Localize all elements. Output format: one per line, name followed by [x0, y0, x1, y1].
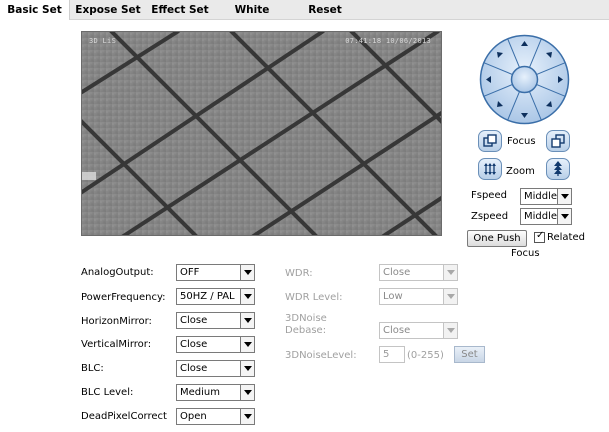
fspeed-label: Fspeed — [471, 190, 507, 201]
chevron-down-icon — [557, 189, 571, 204]
ptz-up-right-button[interactable] — [540, 46, 558, 64]
zoom-in-button[interactable] — [546, 158, 570, 180]
noise-debase-label-line1: 3DNoise — [285, 313, 327, 324]
vertical-mirror-label: VerticalMirror: — [81, 339, 152, 350]
wdr-level-value: Low — [383, 291, 403, 302]
dead-pixel-correct-select[interactable]: Open — [176, 408, 255, 425]
zspeed-value: Middle — [524, 211, 558, 222]
zoom-out-button[interactable] — [478, 158, 502, 180]
blc-level-value: Medium — [180, 387, 220, 398]
focus-label: Focus — [507, 136, 536, 147]
dead-pixel-correct-label: DeadPixelCorrect — [81, 411, 167, 422]
blc-level-label: BLC Level: — [81, 387, 134, 398]
focus-near-button[interactable] — [478, 130, 502, 152]
power-frequency-label: PowerFrequency: — [81, 292, 166, 303]
chevron-down-icon — [443, 323, 457, 338]
focus-caption: Focus — [511, 248, 540, 259]
zoom-out-icon — [484, 163, 496, 175]
fspeed-value: Middle — [524, 191, 558, 202]
ptz-down-left-button[interactable] — [491, 95, 509, 113]
zspeed-select[interactable]: Middle — [520, 208, 572, 225]
noise-level-range: (0-255) — [407, 350, 444, 361]
blc-label: BLC: — [81, 363, 104, 374]
chevron-down-icon — [557, 209, 571, 224]
chevron-down-icon — [443, 289, 457, 304]
analog-output-label: AnalogOutput: — [81, 267, 154, 278]
blc-level-select[interactable]: Medium — [176, 384, 255, 401]
related-checkbox[interactable] — [534, 230, 545, 243]
tab-bar: Basic Set Expose Set Effect Set White Re… — [0, 0, 609, 20]
noise-level-input[interactable]: 5 — [379, 346, 405, 363]
chevron-down-icon — [240, 289, 254, 304]
analog-output-value: OFF — [180, 267, 200, 278]
focus-far-icon — [551, 134, 565, 148]
ptz-right-button[interactable] — [550, 70, 568, 88]
video-preview[interactable]: 3D LiS 07:41:18 10/06/2013 — [81, 31, 442, 236]
ptz-up-button[interactable] — [515, 36, 533, 54]
zspeed-label: Zspeed — [471, 211, 509, 222]
noise-level-label: 3DNoiseLevel: — [285, 350, 357, 361]
chevron-down-icon — [240, 337, 254, 352]
zoom-in-icon — [554, 161, 562, 176]
focus-near-icon — [483, 134, 497, 147]
analog-output-select[interactable]: OFF — [176, 264, 255, 281]
one-push-button[interactable]: One Push — [467, 230, 527, 247]
ptz-control — [479, 34, 570, 125]
fspeed-select[interactable]: Middle — [520, 188, 572, 205]
vertical-mirror-value: Close — [180, 339, 208, 350]
power-frequency-value: 50HZ / PAL — [180, 291, 235, 302]
horizon-mirror-select[interactable]: Close — [176, 312, 255, 329]
ptz-home-button[interactable] — [515, 70, 533, 88]
tab-basic-set[interactable]: Basic Set — [0, 0, 70, 20]
horizon-mirror-label: HorizonMirror: — [81, 316, 152, 327]
wdr-label: WDR: — [285, 268, 313, 279]
wdr-level-select[interactable]: Low — [379, 288, 458, 305]
video-frame — [82, 32, 441, 235]
power-frequency-select[interactable]: 50HZ / PAL — [176, 288, 255, 305]
ptz-up-left-button[interactable] — [491, 46, 509, 64]
noise-debase-select[interactable]: Close — [379, 322, 458, 339]
vertical-mirror-select[interactable]: Close — [176, 336, 255, 353]
tab-white[interactable]: White — [216, 0, 288, 20]
ptz-left-button[interactable] — [481, 70, 499, 88]
blc-value: Close — [180, 363, 208, 374]
chevron-down-icon — [240, 265, 254, 280]
chevron-down-icon — [240, 409, 254, 424]
chevron-down-icon — [443, 265, 457, 280]
zoom-label: Zoom — [506, 166, 535, 177]
noise-debase-label-line2: Debase: — [285, 325, 327, 336]
ptz-down-right-button[interactable] — [540, 95, 558, 113]
osd-timestamp: 07:41:18 10/06/2013 — [345, 37, 431, 45]
chevron-down-icon — [240, 385, 254, 400]
noise-level-set-button[interactable]: Set — [454, 346, 485, 363]
tab-reset[interactable]: Reset — [290, 0, 360, 20]
horizon-mirror-value: Close — [180, 315, 208, 326]
chevron-down-icon — [240, 361, 254, 376]
focus-far-button[interactable] — [546, 130, 570, 152]
wdr-value: Close — [383, 267, 411, 278]
wdr-level-label: WDR Level: — [285, 292, 343, 303]
wdr-select[interactable]: Close — [379, 264, 458, 281]
chevron-down-icon — [240, 313, 254, 328]
dead-pixel-correct-value: Open — [180, 411, 207, 422]
osd-left-text: 3D LiS — [89, 37, 117, 45]
related-label: Related — [547, 232, 585, 243]
tab-effect-set[interactable]: Effect Set — [146, 0, 214, 20]
blc-select[interactable]: Close — [176, 360, 255, 377]
noise-debase-value: Close — [383, 325, 411, 336]
ptz-down-button[interactable] — [515, 105, 533, 123]
tab-expose-set[interactable]: Expose Set — [72, 0, 144, 20]
